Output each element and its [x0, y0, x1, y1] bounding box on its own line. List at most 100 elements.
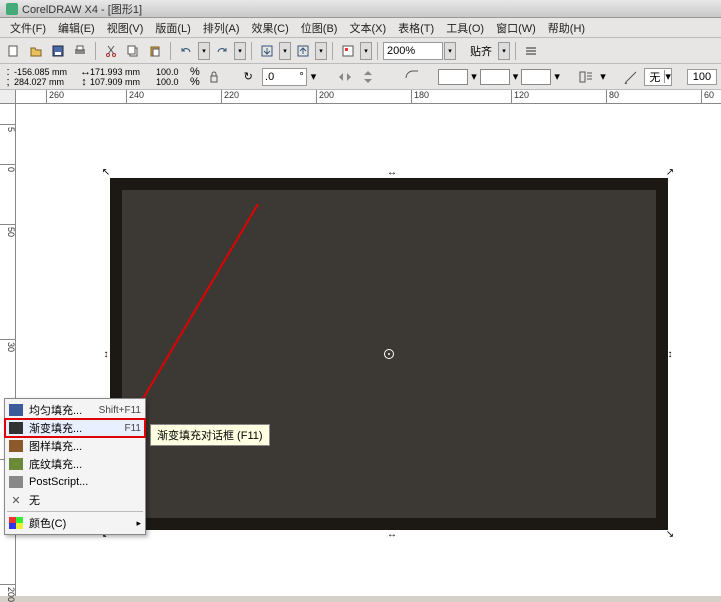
options-button[interactable]	[521, 41, 541, 61]
menu-效果[interactable]: 效果(C)	[246, 18, 295, 38]
save-button[interactable]	[48, 41, 68, 61]
property-bar: : ; ↔ ↕ % % ↻ .0° ▾ ▾ ▾ ▾ ▾ 无 ▾	[0, 64, 721, 90]
y-input[interactable]	[14, 77, 76, 87]
app-launcher-dropdown[interactable]: ▾	[360, 42, 372, 60]
ruler-v-tick: 5	[0, 124, 16, 132]
ruler-v-tick: 0	[0, 164, 16, 172]
zoom-combo[interactable]: 200%	[383, 42, 443, 60]
ruler-h-tick: 60	[701, 90, 714, 104]
import-button[interactable]	[257, 41, 277, 61]
fill-menu-item[interactable]: 均匀填充... Shift+F11	[5, 401, 145, 419]
outline-width-combo[interactable]: 无 ▾	[644, 68, 672, 86]
menu-label: 均匀填充...	[29, 402, 93, 418]
fill-menu-item[interactable]: ✕无	[5, 491, 145, 509]
new-button[interactable]	[4, 41, 24, 61]
export-dropdown[interactable]: ▾	[315, 42, 327, 60]
outline-swatch[interactable]	[480, 69, 510, 85]
menu-帮助[interactable]: 帮助(H)	[542, 18, 591, 38]
handle-n[interactable]: ↔	[386, 166, 398, 178]
redo-dropdown[interactable]: ▾	[234, 42, 246, 60]
rectangle-shape[interactable]	[110, 178, 668, 530]
redo-button[interactable]	[212, 41, 232, 61]
copy-button[interactable]	[123, 41, 143, 61]
app-launcher-button[interactable]	[338, 41, 358, 61]
ruler-origin[interactable]	[0, 90, 16, 104]
wrap-dropdown[interactable]: ▾	[600, 70, 606, 83]
w-input[interactable]	[90, 67, 152, 77]
menu-工具[interactable]: 工具(O)	[440, 18, 490, 38]
ruler-horizontal[interactable]: 2602402202001801208060	[16, 90, 721, 104]
ruler-v-tick: 30	[0, 339, 16, 352]
snap-label[interactable]: 贴齐	[466, 41, 496, 61]
fill-menu-item[interactable]: 图样填充...	[5, 437, 145, 455]
submenu-arrow-icon: ▸	[136, 518, 141, 529]
outline-pen-icon	[621, 67, 641, 87]
menu-视图[interactable]: 视图(V)	[101, 18, 150, 38]
corner-round-button[interactable]	[402, 67, 422, 87]
menu-label: 颜色(C)	[29, 515, 130, 531]
mirror-h-button[interactable]	[335, 67, 355, 87]
fill-dropdown[interactable]: ▾	[471, 70, 477, 83]
menu-label: 底纹填充...	[29, 456, 135, 472]
menu-label: 渐变填充...	[29, 420, 119, 436]
handle-w[interactable]: ↕	[100, 348, 112, 360]
menu-label: 无	[29, 492, 135, 508]
menu-shortcut: Shift+F11	[99, 405, 141, 416]
print-button[interactable]	[70, 41, 90, 61]
menu-排列[interactable]: 排列(A)	[197, 18, 246, 38]
app-icon	[6, 3, 18, 15]
fill-menu-item[interactable]: PostScript...	[5, 473, 145, 491]
wrap-text-button[interactable]	[577, 67, 597, 87]
menu-文件[interactable]: 文件(F)	[4, 18, 52, 38]
paste-button[interactable]	[145, 41, 165, 61]
swatch3[interactable]	[521, 69, 551, 85]
fill-type-icon	[9, 422, 23, 434]
misc-input[interactable]	[687, 69, 717, 85]
mirror-v-button[interactable]	[358, 67, 378, 87]
outline-dropdown[interactable]: ▾	[513, 70, 519, 83]
ruler-h-tick: 200	[316, 90, 334, 104]
center-mark-icon	[384, 349, 394, 359]
handle-s[interactable]: ↔	[386, 528, 398, 540]
menu-表格[interactable]: 表格(T)	[392, 18, 440, 38]
position-group: : ;	[4, 67, 76, 87]
sy-input[interactable]	[156, 77, 188, 87]
fill-type-icon: ✕	[9, 493, 23, 507]
ruler-h-tick: 180	[411, 90, 429, 104]
undo-dropdown[interactable]: ▾	[198, 42, 210, 60]
open-button[interactable]	[26, 41, 46, 61]
zoom-dropdown[interactable]: ▾	[444, 42, 456, 60]
sx-input[interactable]	[156, 67, 188, 77]
undo-button[interactable]	[176, 41, 196, 61]
rotation-stepper[interactable]: ▾	[311, 70, 317, 83]
snap-dropdown[interactable]: ▾	[498, 42, 510, 60]
ruler-v-tick: 50	[0, 224, 16, 237]
app-title: CorelDRAW X4 - [图形1]	[22, 1, 142, 17]
export-button[interactable]	[293, 41, 313, 61]
ruler-h-tick: 220	[221, 90, 239, 104]
import-dropdown[interactable]: ▾	[279, 42, 291, 60]
menu-文本[interactable]: 文本(X)	[343, 18, 392, 38]
menu-位图[interactable]: 位图(B)	[295, 18, 344, 38]
menu-label: 图样填充...	[29, 438, 135, 454]
fill-menu-item[interactable]: 底纹填充...	[5, 455, 145, 473]
swatch3-dropdown[interactable]: ▾	[554, 70, 560, 83]
handle-ne[interactable]: ↗	[664, 166, 676, 178]
handle-nw[interactable]: ↖	[100, 166, 112, 178]
menu-版面[interactable]: 版面(L)	[149, 18, 196, 38]
color-menu-item[interactable]: 颜色(C) ▸	[5, 514, 145, 532]
cut-button[interactable]	[101, 41, 121, 61]
fill-menu-item[interactable]: 渐变填充...F11	[5, 419, 145, 437]
handle-e[interactable]: ↕	[664, 348, 676, 360]
menu-窗口[interactable]: 窗口(W)	[490, 18, 542, 38]
ruler-h-tick: 260	[46, 90, 64, 104]
fill-swatch[interactable]	[438, 69, 468, 85]
handle-se[interactable]: ↘	[664, 528, 676, 540]
h-input[interactable]	[90, 77, 152, 87]
menu-编辑[interactable]: 编辑(E)	[52, 18, 101, 38]
ruler-h-tick: 240	[126, 90, 144, 104]
x-input[interactable]	[14, 67, 76, 77]
rotation-input[interactable]: .0°	[262, 68, 307, 86]
lock-ratio-button[interactable]	[204, 67, 224, 87]
fill-flyout-menu: 均匀填充... Shift+F11 渐变填充...F11图样填充... 底纹填充...…	[4, 398, 146, 535]
